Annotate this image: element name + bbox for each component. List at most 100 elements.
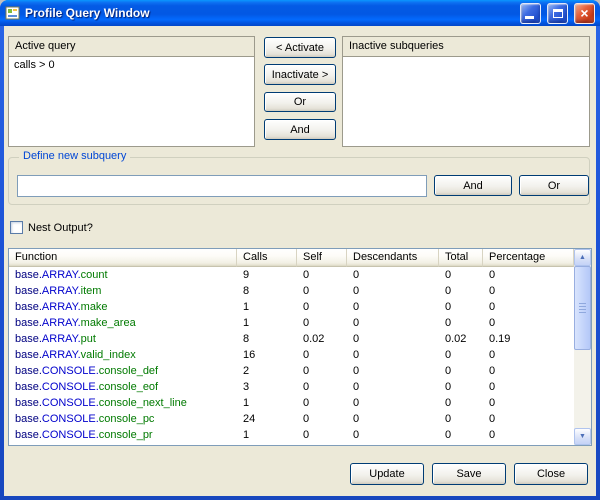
function-cell: base.CONSOLE.console_def [9,363,237,379]
column-header-function[interactable]: Function [9,249,237,267]
total-cell: 0 [439,299,483,315]
self-cell: 0 [297,427,347,443]
maximize-button[interactable] [547,3,568,24]
define-subquery-group: Define new subquery And Or [8,157,590,205]
percentage-cell: 0 [483,283,574,299]
table-row[interactable]: base.CONSOLE.console_next_line10000 [9,395,574,411]
function-cell: base.ARRAY.put [9,331,237,347]
descendants-cell: 0 [347,283,439,299]
define-subquery-label: Define new subquery [19,150,130,162]
subquery-and-button[interactable]: And [434,175,512,196]
self-cell: 0 [297,347,347,363]
and-transfer-button[interactable]: And [264,119,336,140]
calls-cell: 1 [237,427,297,443]
total-cell: 0 [439,315,483,331]
column-header-percentage[interactable]: Percentage [483,249,574,267]
nest-output-row: Nest Output? [10,221,93,234]
table-row[interactable]: base.ARRAY.put80.0200.020.19 [9,331,574,347]
column-header-descendants[interactable]: Descendants [347,249,439,267]
descendants-cell: 0 [347,331,439,347]
total-cell: 0 [439,363,483,379]
active-query-panel: Active query calls > 0 [8,36,255,147]
scroll-down-icon[interactable]: ▼ [574,428,591,445]
minimize-icon [525,16,534,19]
table-row[interactable]: base.CONSOLE.console_eof30000 [9,379,574,395]
table-row[interactable]: base.CONSOLE.console_pc240000 [9,411,574,427]
self-cell: 0 [297,283,347,299]
total-cell: 0 [439,427,483,443]
table-row[interactable]: base.ARRAY.make_area10000 [9,315,574,331]
calls-cell: 24 [237,411,297,427]
percentage-cell: 0 [483,363,574,379]
percentage-cell: 0 [483,347,574,363]
table-row[interactable]: base.CONSOLE.console_pr10000 [9,427,574,443]
descendants-cell: 0 [347,363,439,379]
self-cell: 0 [297,267,347,283]
table-body: base.ARRAY.count90000base.ARRAY.item8000… [9,267,574,445]
scroll-up-icon[interactable]: ▲ [574,249,591,266]
table-row[interactable]: base.ARRAY.count90000 [9,267,574,283]
window-title: Profile Query Window [25,6,514,20]
calls-cell: 8 [237,283,297,299]
active-query-list[interactable]: calls > 0 [9,56,254,146]
save-button[interactable]: Save [432,463,506,485]
scrollbar-thumb[interactable] [574,266,591,350]
function-cell: base.ARRAY.item [9,283,237,299]
self-cell: 0 [297,299,347,315]
maximize-icon [553,9,563,18]
descendants-cell: 0 [347,395,439,411]
subquery-or-button[interactable]: Or [519,175,589,196]
dialog-content: Active query calls > 0 < Activate Inacti… [4,26,596,496]
minimize-button[interactable] [520,3,541,24]
descendants-cell: 0 [347,411,439,427]
calls-cell: 16 [237,347,297,363]
self-cell: 0 [297,363,347,379]
results-table: Function Calls Self Descendants Total Pe… [8,248,592,446]
active-query-label: Active query [9,37,254,55]
activate-button[interactable]: < Activate [264,37,336,58]
self-cell: 0 [297,395,347,411]
total-cell: 0.02 [439,331,483,347]
table-row[interactable]: base.ARRAY.item80000 [9,283,574,299]
table-row[interactable]: base.ARRAY.make10000 [9,299,574,315]
column-header-total[interactable]: Total [439,249,483,267]
inactive-subqueries-list[interactable] [343,56,589,146]
descendants-cell: 0 [347,379,439,395]
calls-cell: 3 [237,379,297,395]
descendants-cell: 0 [347,267,439,283]
total-cell: 0 [439,395,483,411]
title-bar[interactable]: Profile Query Window × [0,0,600,26]
column-header-calls[interactable]: Calls [237,249,297,267]
percentage-cell: 0 [483,267,574,283]
percentage-cell: 0 [483,299,574,315]
column-header-self[interactable]: Self [297,249,347,267]
nest-output-checkbox[interactable] [10,221,23,234]
function-cell: base.ARRAY.make [9,299,237,315]
self-cell: 0 [297,379,347,395]
calls-cell: 9 [237,267,297,283]
descendants-cell: 0 [347,299,439,315]
total-cell: 0 [439,283,483,299]
function-cell: base.ARRAY.make_area [9,315,237,331]
subquery-input[interactable] [17,175,427,197]
inactivate-button[interactable]: Inactivate > [264,64,336,85]
percentage-cell: 0 [483,411,574,427]
percentage-cell: 0.19 [483,331,574,347]
close-dialog-button[interactable]: Close [514,463,588,485]
self-cell: 0.02 [297,331,347,347]
close-button[interactable]: × [574,3,595,24]
query-list-item[interactable]: calls > 0 [9,57,254,73]
update-button[interactable]: Update [350,463,424,485]
vertical-scrollbar[interactable]: ▲ ▼ [574,249,591,445]
app-icon [5,5,21,21]
or-transfer-button[interactable]: Or [264,92,336,112]
table-row[interactable]: base.CONSOLE.console_def20000 [9,363,574,379]
percentage-cell: 0 [483,379,574,395]
total-cell: 0 [439,379,483,395]
table-row[interactable]: base.ARRAY.valid_index160000 [9,347,574,363]
function-cell: base.CONSOLE.console_eof [9,379,237,395]
calls-cell: 2 [237,363,297,379]
percentage-cell: 0 [483,315,574,331]
inactive-subqueries-label: Inactive subqueries [343,37,589,55]
close-icon: × [580,5,588,22]
